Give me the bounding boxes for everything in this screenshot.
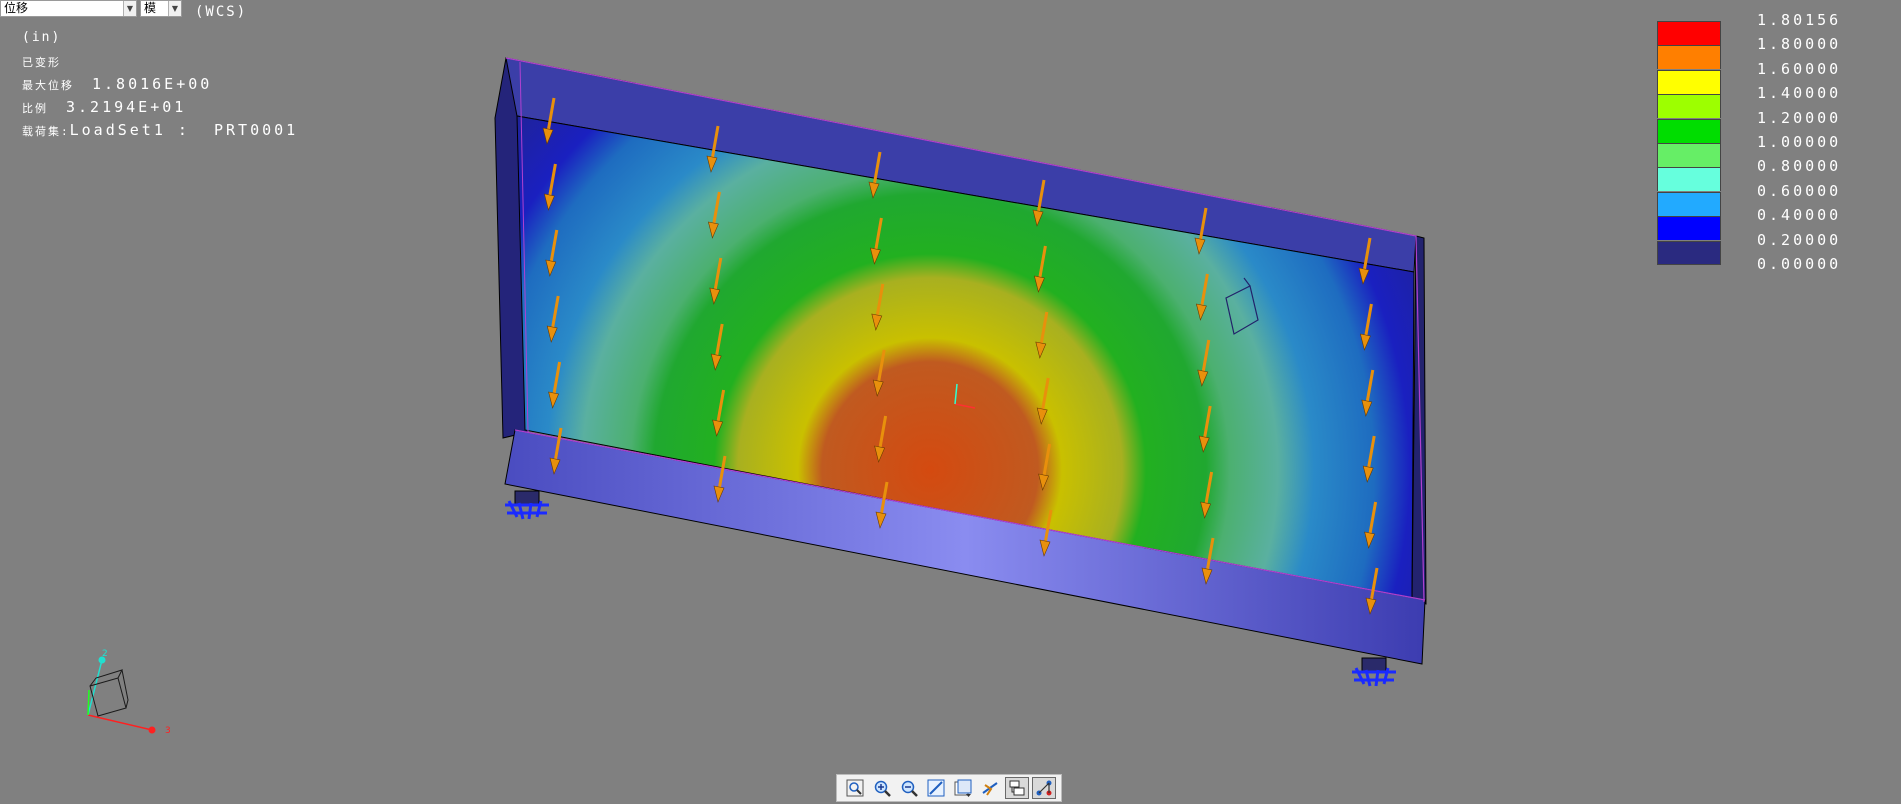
spin-center-icon bbox=[981, 782, 998, 796]
saved-views-button[interactable] bbox=[951, 777, 975, 799]
legend-swatch bbox=[1657, 216, 1721, 241]
constraint-right bbox=[1352, 657, 1396, 687]
repaint-icon bbox=[927, 779, 944, 797]
refit-icon bbox=[846, 779, 863, 797]
legend-label: 1.80000 bbox=[1757, 35, 1842, 54]
legend-label: 1.00000 bbox=[1757, 133, 1842, 151]
spin-center-button[interactable] bbox=[978, 777, 1002, 799]
legend-swatch bbox=[1657, 21, 1721, 45]
layers-button[interactable] bbox=[1004, 777, 1029, 799]
legend-swatch bbox=[1657, 240, 1721, 265]
legend-label: 1.60000 bbox=[1757, 59, 1842, 78]
layers-icon bbox=[1009, 780, 1024, 796]
model-viewport[interactable]: 2 3 bbox=[0, 0, 1901, 804]
constraint-left bbox=[505, 490, 549, 520]
triad-x-label: 3 bbox=[165, 726, 171, 736]
triad-z-label: 2 bbox=[102, 649, 108, 659]
saved-views-icon bbox=[954, 779, 971, 797]
datum-display-button[interactable] bbox=[1031, 777, 1056, 799]
zoom-out-button[interactable] bbox=[897, 777, 921, 799]
view-toolbar bbox=[836, 774, 1062, 802]
legend-swatch bbox=[1657, 118, 1721, 143]
repaint-button[interactable] bbox=[924, 777, 948, 799]
legend-label: 1.80156 bbox=[1757, 11, 1842, 29]
legend-label: 1.20000 bbox=[1757, 108, 1842, 127]
legend-swatch bbox=[1657, 45, 1721, 70]
legend-label: 0.20000 bbox=[1757, 230, 1842, 249]
legend-swatch bbox=[1657, 191, 1721, 216]
view-triad: 2 3 bbox=[87, 649, 171, 736]
legend-label: 0.80000 bbox=[1757, 157, 1842, 176]
legend-label: 0.60000 bbox=[1757, 181, 1842, 200]
legend-swatch bbox=[1657, 94, 1721, 119]
refit-button[interactable] bbox=[843, 777, 867, 799]
legend-swatch bbox=[1657, 143, 1721, 167]
zoom-in-button[interactable] bbox=[870, 777, 894, 799]
legend-swatch bbox=[1657, 167, 1721, 192]
legend-swatch bbox=[1657, 69, 1721, 94]
zoom-in-icon bbox=[874, 780, 891, 797]
zoom-out-icon bbox=[901, 780, 918, 797]
legend-label: 0.00000 bbox=[1757, 255, 1842, 273]
datum-display-icon bbox=[1036, 780, 1051, 796]
legend-label: 1.40000 bbox=[1757, 84, 1842, 103]
legend-label: 0.40000 bbox=[1757, 206, 1842, 225]
